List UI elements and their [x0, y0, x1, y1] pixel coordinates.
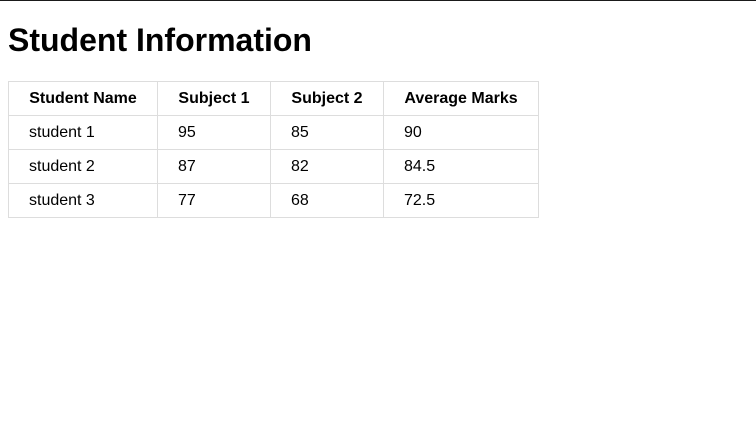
cell-subject-2: 85 — [270, 115, 384, 150]
table-row: student 3 77 68 72.5 — [8, 183, 539, 218]
column-header-student-name: Student Name — [8, 81, 158, 116]
cell-subject-1: 95 — [157, 115, 271, 150]
cell-subject-1: 77 — [157, 183, 271, 218]
table-body: student 1 95 85 90 student 2 87 82 84.5 … — [8, 115, 539, 218]
table-row: student 1 95 85 90 — [8, 115, 539, 150]
column-header-average-marks: Average Marks — [383, 81, 539, 116]
cell-student-name: student 2 — [8, 149, 158, 184]
column-header-subject-1: Subject 1 — [157, 81, 271, 116]
cell-subject-2: 68 — [270, 183, 384, 218]
cell-subject-2: 82 — [270, 149, 384, 184]
cell-average-marks: 72.5 — [383, 183, 539, 218]
cell-student-name: student 3 — [8, 183, 158, 218]
cell-subject-1: 87 — [157, 149, 271, 184]
column-header-subject-2: Subject 2 — [270, 81, 384, 116]
table-header-row: Student Name Subject 1 Subject 2 Average… — [8, 81, 539, 116]
top-divider — [0, 0, 756, 1]
cell-student-name: student 1 — [8, 115, 158, 150]
table-row: student 2 87 82 84.5 — [8, 149, 539, 184]
student-table: Student Name Subject 1 Subject 2 Average… — [8, 81, 539, 218]
cell-average-marks: 84.5 — [383, 149, 539, 184]
cell-average-marks: 90 — [383, 115, 539, 150]
page-title: Student Information — [8, 22, 312, 58]
table-header: Student Name Subject 1 Subject 2 Average… — [8, 81, 539, 116]
